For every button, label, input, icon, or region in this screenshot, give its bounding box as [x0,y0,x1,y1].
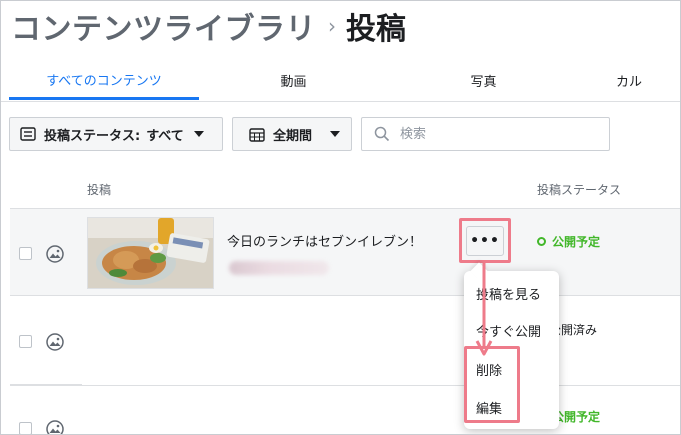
column-header-post: 投稿 [87,183,112,197]
post-thumbnail[interactable] [87,217,214,289]
lunch-photo-image [88,218,213,288]
content-library-window: コンテンツライブラリ › 投稿 すべてのコンテンツ 動画 写真 カル 投稿ステー… [0,0,681,435]
column-header-status: 投稿ステータス [537,183,622,197]
highlight-box-delete-edit [464,346,520,423]
row-checkbox[interactable] [19,335,32,348]
post-status-filter[interactable]: 投稿ステータス: すべて [9,117,223,151]
status-text: 公開予定 [552,410,601,424]
search-input[interactable] [398,125,602,143]
page-title: 投稿 [346,12,406,47]
tab-photos[interactable]: 写真 [416,61,551,99]
breadcrumb-separator: › [328,14,336,38]
scheduled-dot-icon [537,237,546,246]
table-row[interactable]: 今日のランチはセブンイレブン！ 公開予定 [10,208,680,296]
search-icon [374,126,390,142]
chevron-down-icon [193,131,204,137]
breadcrumb-content-library[interactable]: コンテンツライブラリ [11,4,316,48]
image-icon [46,245,64,263]
highlight-box-more [459,218,511,263]
row-checkbox[interactable] [19,422,32,434]
list-icon [20,127,36,141]
image-icon [46,333,64,351]
post-status-label: 投稿ステータス: [44,128,141,144]
blurred-author [229,261,329,275]
date-range-filter[interactable]: 全期間 [232,117,352,151]
date-range-label: 全期間 [273,128,313,144]
row-checkbox[interactable] [19,247,32,260]
chevron-down-icon [330,131,341,137]
status-badge: 公開予定 [537,233,600,250]
image-icon [46,420,64,434]
status-text: 公開予定 [552,235,601,249]
content-tabs: すべてのコンテンツ 動画 写真 カル [1,61,680,102]
search-box[interactable] [361,117,610,151]
post-status-value: すべて [146,128,184,144]
table-row[interactable]: 公開済み [10,297,680,385]
post-caption: 今日のランチはセブンイレブン！ [227,235,423,250]
arrow-down-icon [475,263,493,356]
tab-all-content[interactable]: すべてのコンテンツ [9,61,199,100]
page-header: コンテンツライブラリ › 投稿 [11,3,406,49]
table-row[interactable]: 公開予定 [10,385,680,434]
calendar-icon [249,127,265,142]
tab-videos[interactable]: 動画 [226,61,361,99]
tab-carousel[interactable]: カル [616,61,680,99]
